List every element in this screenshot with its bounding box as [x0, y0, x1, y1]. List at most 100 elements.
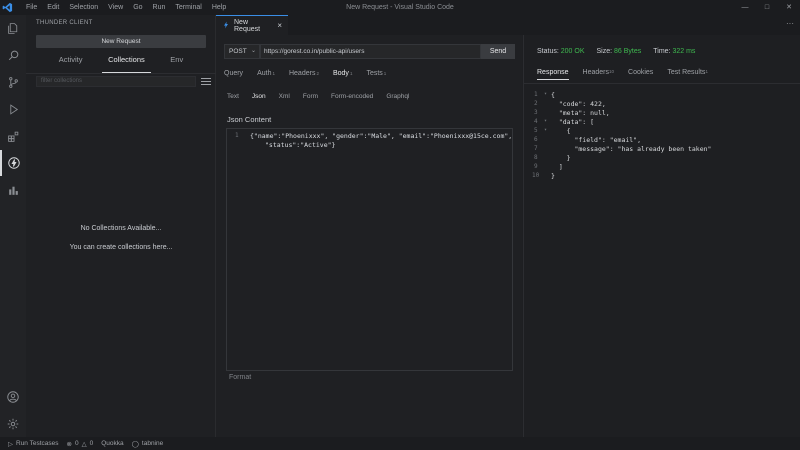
window-controls: — □ ✕ [734, 0, 800, 15]
fold-chevron-icon[interactable]: ▾ [544, 91, 547, 97]
status-bar: ▷ Run Testcases ⊗ 0 △ 0 Quokka ◯ tabnine [0, 437, 800, 450]
tab-test-results[interactable]: Test Results1 [667, 69, 708, 80]
thunder-client-icon[interactable] [0, 150, 26, 176]
response-line-2: "code": 422, [551, 100, 606, 108]
menu-go[interactable]: Go [128, 4, 147, 11]
format-link[interactable]: Format [229, 374, 251, 381]
quokka-label: Quokka [101, 440, 124, 447]
tabnine-label: tabnine [141, 440, 164, 447]
method-value: POST [229, 48, 247, 55]
tab-activity[interactable]: Activity [53, 53, 89, 73]
body-tab-json[interactable]: Json [252, 93, 266, 100]
fold-chevron-icon[interactable]: ▾ [544, 127, 547, 133]
body-tab-form-encoded[interactable]: Form-encoded [331, 93, 373, 100]
tabnine-icon: ◯ [131, 440, 139, 448]
run-debug-icon[interactable] [0, 96, 26, 122]
body-line-1: {"name":"Phoenixxx", "gender":"Male", "e… [250, 132, 513, 140]
body-tab-text[interactable]: Text [227, 93, 239, 100]
error-count: 0 [74, 440, 79, 447]
response-panel: Status: 200 OK Size: 86 Bytes Time: 322 … [523, 35, 800, 437]
tab-query[interactable]: Query [224, 68, 243, 80]
menu-terminal[interactable]: Terminal [170, 4, 206, 11]
editor-tab-new-request[interactable]: New Request × [216, 15, 288, 35]
menu-selection[interactable]: Selection [64, 4, 103, 11]
menu-run[interactable]: Run [148, 4, 171, 11]
chart-icon[interactable] [0, 177, 26, 203]
activity-bar [0, 15, 26, 437]
search-icon[interactable] [0, 42, 26, 68]
response-line-9: ] [551, 163, 563, 171]
tab-auth[interactable]: Auth1 [257, 68, 275, 80]
request-panel: POST ⌄ https://gorest.co.in/public-api/u… [216, 35, 522, 437]
menu-file[interactable]: File [21, 4, 42, 11]
settings-gear-icon[interactable] [0, 411, 26, 437]
response-line-6: "field": "email", [551, 136, 642, 144]
source-control-icon[interactable] [0, 69, 26, 95]
close-window-icon[interactable]: ✕ [778, 0, 800, 15]
error-icon: ⊗ [66, 440, 72, 448]
menu-help[interactable]: Help [207, 4, 231, 11]
response-stats: Status: 200 OK Size: 86 Bytes Time: 322 … [537, 48, 695, 55]
sidebar-tabs: Activity Collections Env [26, 53, 216, 73]
thunder-client-sidebar: THUNDER CLIENT New Request Activity Coll… [26, 15, 216, 437]
method-select[interactable]: POST ⌄ [224, 44, 260, 59]
account-icon[interactable] [0, 384, 26, 410]
line-number: 9 [534, 163, 538, 170]
extensions-icon[interactable] [0, 123, 26, 149]
problems-indicator[interactable]: ⊗ 0 △ 0 [67, 440, 94, 448]
send-button[interactable]: Send [481, 44, 515, 59]
response-line-4: "data": [ [551, 118, 595, 126]
size-label: Size: [596, 48, 613, 55]
line-number: 7 [534, 145, 538, 152]
tab-body[interactable]: Body1 [333, 68, 352, 80]
menu-edit[interactable]: Edit [42, 4, 64, 11]
tab-collections[interactable]: Collections [102, 53, 151, 73]
tabnine-status[interactable]: ◯ tabnine [132, 440, 164, 448]
status-value: 200 OK [560, 48, 585, 55]
tab-headers[interactable]: Headers2 [289, 68, 319, 80]
response-line-8: } [551, 154, 571, 162]
fold-chevron-icon[interactable]: ▾ [544, 118, 547, 124]
body-type-tabs: Text Json Xml Form Form-encoded Graphql [227, 93, 422, 100]
response-line-3: "meta": null, [551, 109, 610, 117]
menu-bar: File Edit Selection View Go Run Terminal… [21, 4, 231, 11]
explorer-icon[interactable] [0, 15, 26, 41]
new-request-button[interactable]: New Request [36, 35, 206, 48]
divider [26, 73, 216, 74]
line-number: 2 [534, 100, 538, 107]
title-bar: File Edit Selection View Go Run Terminal… [0, 0, 800, 15]
tab-tests[interactable]: Tests1 [366, 68, 386, 80]
line-number: 3 [534, 109, 538, 116]
warning-count: 0 [89, 440, 94, 447]
filter-collections-input[interactable]: filter collections [36, 76, 196, 87]
quokka-status[interactable]: Quokka [101, 440, 123, 447]
minimize-icon[interactable]: — [734, 0, 756, 15]
more-actions-icon[interactable]: ··· [786, 19, 794, 28]
vscode-logo-icon [0, 0, 15, 15]
json-content-label: Json Content [227, 115, 272, 124]
response-line-10: } [551, 172, 555, 180]
body-tab-form[interactable]: Form [303, 93, 318, 100]
body-tab-xml[interactable]: Xml [279, 93, 290, 100]
empty-collections-hint: You can create collections here... [69, 244, 173, 251]
response-line-7: "message": "has already been taken" [551, 145, 712, 153]
tab-env[interactable]: Env [164, 53, 189, 73]
json-body-editor[interactable]: 1 {"name":"Phoenixxx", "gender":"Male", … [226, 128, 513, 371]
tab-response-headers[interactable]: Headers10 [583, 69, 614, 80]
status-label: Status: [537, 48, 559, 55]
tab-response[interactable]: Response [537, 69, 569, 80]
line-number: 1 [235, 132, 239, 139]
line-number: 6 [534, 136, 538, 143]
time-value: 322 ms [672, 48, 696, 55]
menu-view[interactable]: View [103, 4, 128, 11]
request-tabs: Query Auth1 Headers2 Body1 Tests1 [224, 68, 400, 80]
close-tab-icon[interactable]: × [277, 21, 282, 30]
response-tabs: Response Headers10 Cookies Test Results1 [537, 69, 722, 80]
tab-cookies[interactable]: Cookies [628, 69, 653, 80]
body-tab-graphql[interactable]: Graphql [386, 93, 409, 100]
hamburger-menu-icon[interactable] [201, 77, 211, 88]
maximize-icon[interactable]: □ [756, 0, 778, 15]
run-testcases-button[interactable]: ▷ Run Testcases [8, 440, 59, 448]
url-input[interactable]: https://gorest.co.in/public-api/users [260, 44, 481, 59]
line-number: 8 [534, 154, 538, 161]
